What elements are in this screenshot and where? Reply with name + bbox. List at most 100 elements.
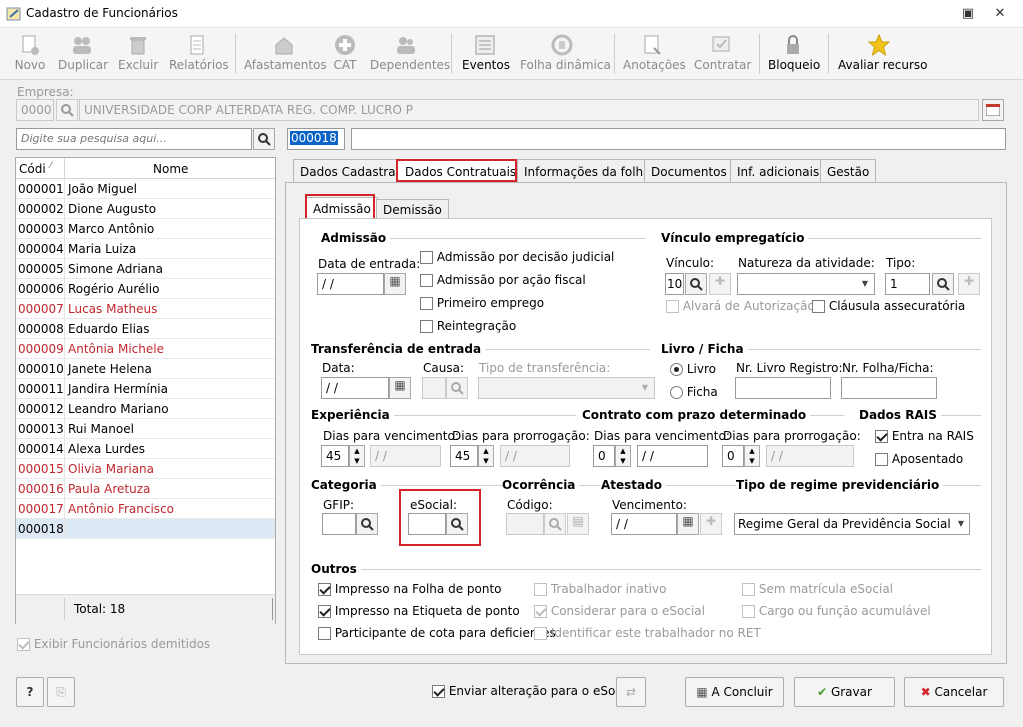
table-row[interactable]: 000010 Janete Helena [16, 359, 275, 379]
dependentes-button[interactable]: Dependentes [370, 32, 450, 76]
search-button[interactable] [253, 128, 275, 150]
nr-folha-input[interactable] [841, 377, 937, 399]
ctr-prorr-spinner[interactable]: ▲ ▼ [744, 445, 760, 467]
cota-deficientes-checkbox[interactable]: Participante de cota para deficientes [318, 626, 556, 640]
data-entrada-input[interactable]: / / [317, 273, 384, 295]
employee-name-field[interactable] [351, 128, 1006, 150]
esocial-send-button[interactable]: ⇄ [616, 677, 646, 707]
table-row[interactable]: 000013 Rui Manoel [16, 419, 275, 439]
search-icon [258, 133, 271, 146]
table-row[interactable]: 000011 Jandira Hermínia [16, 379, 275, 399]
entra-rais-checkbox[interactable]: Entra na RAIS [875, 429, 974, 443]
tab-documentos[interactable]: Documentos [644, 159, 734, 183]
col-name-header[interactable]: Nome [153, 162, 188, 176]
natureza-select[interactable]: ▼ [737, 273, 875, 295]
alvara-checkbox: Alvará de Autorização [666, 299, 815, 313]
tab-informacoes-folha[interactable]: Informações da folha [517, 159, 658, 183]
duplicar-button[interactable]: Duplicar [58, 32, 108, 76]
ficha-radio[interactable]: Ficha [670, 385, 718, 399]
ctr-venc-date[interactable]: / / [637, 445, 708, 467]
esocial-input[interactable] [408, 513, 446, 535]
table-row[interactable]: 000009 Antônia Michele [16, 339, 275, 359]
tipo-input[interactable]: 1 [885, 273, 930, 295]
tab-inf-adicionais[interactable]: Inf. adicionais [730, 159, 827, 183]
row-name: Leandro Mariano [68, 402, 169, 416]
avaliar-recurso-button[interactable]: Avaliar recurso [838, 32, 928, 76]
attach-button[interactable]: ⎘ [47, 677, 75, 707]
transf-data-input[interactable]: / / [321, 377, 389, 399]
exp-prorr-spinner[interactable]: ▲ ▼ [478, 445, 494, 467]
tab-dados-cadastrais[interactable]: Dados Cadastrais [293, 159, 413, 183]
table-row[interactable]: 000017 Antônio Francisco [16, 499, 275, 519]
employee-code-field[interactable]: 000018 [287, 128, 345, 150]
exp-venc-spinner[interactable]: ▲ ▼ [349, 445, 365, 467]
tab-gestao[interactable]: Gestão [820, 159, 877, 183]
table-row[interactable]: 000005 Simone Adriana [16, 259, 275, 279]
gfip-search-button[interactable] [356, 513, 378, 535]
excluir-button[interactable]: Excluir [118, 32, 158, 76]
tipo-search-button[interactable] [932, 273, 954, 295]
col-code-header[interactable]: Códi [19, 162, 46, 176]
ctr-prorr-input[interactable]: 0 [722, 445, 744, 467]
folha-ponto-checkbox[interactable]: Impresso na Folha de ponto [318, 582, 502, 596]
table-row[interactable]: 000006 Rogério Aurélio [16, 279, 275, 299]
checkbox-label: Aposentado [891, 452, 964, 466]
anotacoes-button[interactable]: Anotações [623, 32, 686, 76]
enviar-esocial-checkbox[interactable]: Enviar alteração para o eSocial [432, 684, 636, 698]
concluir-button[interactable]: ▦ A Concluir [685, 677, 784, 707]
aposentado-checkbox[interactable]: Aposentado [875, 452, 963, 466]
table-row[interactable]: 000015 Olivia Mariana [16, 459, 275, 479]
afastamentos-button[interactable]: Afastamentos [244, 32, 327, 76]
table-row[interactable]: 000008 Eduardo Elias [16, 319, 275, 339]
data-entrada-label: Data de entrada: [318, 257, 421, 271]
table-row[interactable]: 000001 João Miguel [16, 179, 275, 199]
primeiro-emprego-checkbox[interactable]: Primeiro emprego [420, 296, 544, 310]
gfip-input[interactable] [322, 513, 356, 535]
table-row[interactable]: 000003 Marco Antônio [16, 219, 275, 239]
table-row[interactable]: 000016 Paula Aretuza [16, 479, 275, 499]
nr-livro-input[interactable] [735, 377, 831, 399]
exibir-demitidos-checkbox[interactable]: Exibir Funcionários demitidos [17, 637, 210, 651]
decisao-judicial-checkbox[interactable]: Admissão por decisão judicial [420, 250, 614, 264]
table-row[interactable]: 000004 Maria Luiza [16, 239, 275, 259]
exp-venc-input[interactable]: 45 [321, 445, 349, 467]
contratar-button[interactable]: Contratar [694, 32, 751, 76]
help-button[interactable]: ? [16, 677, 44, 707]
table-row[interactable]: 000014 Alexa Lurdes [16, 439, 275, 459]
reintegracao-checkbox[interactable]: Reintegração [420, 319, 516, 333]
subtab-demissao[interactable]: Demissão [376, 199, 449, 219]
clausula-checkbox[interactable]: Cláusula assecuratória [812, 299, 965, 313]
table-row[interactable]: 000007 Lucas Matheus [16, 299, 275, 319]
livro-radio[interactable]: Livro [670, 362, 716, 376]
table-row[interactable]: 000002 Dione Augusto [16, 199, 275, 219]
esocial-search-button[interactable] [446, 513, 468, 535]
gravar-button[interactable]: ✔ Gravar [794, 677, 895, 707]
vinculo-search-button[interactable] [685, 273, 707, 295]
empresa-table-button[interactable] [982, 99, 1004, 121]
novo-button[interactable]: Novo [12, 32, 48, 76]
search-input[interactable]: Digite sua pesquisa aqui... [16, 128, 252, 150]
atestado-venc-input[interactable]: / / [611, 513, 677, 535]
relatorios-button[interactable]: Relatórios [169, 32, 229, 76]
acao-fiscal-checkbox[interactable]: Admissão por ação fiscal [420, 273, 586, 287]
row-code: 000012 [18, 402, 64, 416]
ctr-venc-spinner[interactable]: ▲ ▼ [615, 445, 631, 467]
calendar-button[interactable]: ▦ [389, 377, 411, 399]
calendar-button[interactable]: ▦ [384, 273, 406, 295]
eventos-button[interactable]: Eventos [462, 32, 510, 76]
regime-select[interactable]: Regime Geral da Previdência Social (RGP [734, 513, 970, 535]
transf-data-label: Data: [322, 361, 355, 375]
cancelar-button[interactable]: ✖ Cancelar [904, 677, 1004, 707]
bloqueio-button[interactable]: Bloqueio [768, 32, 820, 76]
folha-dinamica-button[interactable]: Folha dinâmica [520, 32, 611, 76]
restore-icon[interactable]: ▣ [958, 4, 978, 24]
exp-prorr-input[interactable]: 45 [450, 445, 478, 467]
calendar-button[interactable]: ▦ [677, 513, 699, 535]
cat-button[interactable]: CAT [332, 32, 358, 76]
table-row[interactable]: 000018 [16, 519, 275, 539]
etiqueta-ponto-checkbox[interactable]: Impresso na Etiqueta de ponto [318, 604, 520, 618]
close-icon[interactable]: ✕ [990, 4, 1010, 24]
ctr-venc-input[interactable]: 0 [593, 445, 615, 467]
vinculo-input[interactable]: 10 [665, 273, 684, 295]
table-row[interactable]: 000012 Leandro Mariano [16, 399, 275, 419]
